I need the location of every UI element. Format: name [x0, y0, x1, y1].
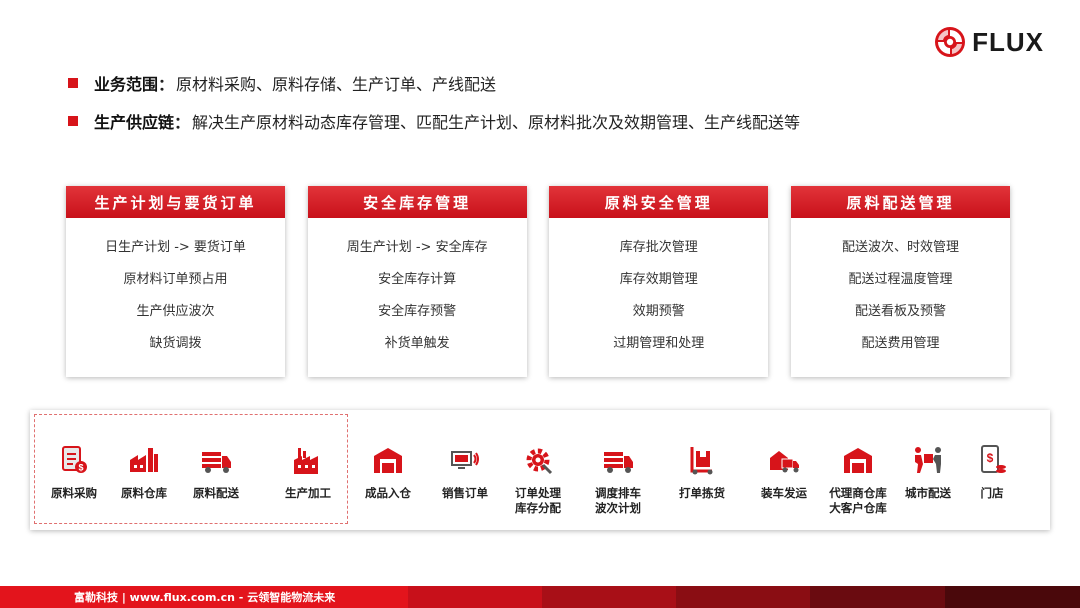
management-cards: 生产计划与要货订单 日生产计划 -> 要货订单 原材料订单预占用 生产供应波次 …	[66, 186, 1010, 377]
card-safety-stock: 安全库存管理 周生产计划 -> 安全库存 安全库存计算 安全库存预警 补货单触发	[307, 186, 527, 377]
card-item: 日生产计划 -> 要货订单	[105, 240, 246, 255]
card-title: 原料配送管理	[790, 186, 1010, 218]
step-label: 生产加工	[285, 486, 331, 500]
brand-name: FLUX	[972, 26, 1044, 57]
card-title: 生产计划与要货订单	[66, 186, 285, 218]
card-body: 周生产计划 -> 安全库存 安全库存计算 安全库存预警 补货单触发	[308, 218, 527, 360]
step-label: 代理商仓库 大客户仓库	[829, 486, 887, 515]
step-sales-order: 销售订单	[426, 444, 504, 501]
card-item: 安全库存预警	[378, 304, 457, 319]
process-flow-panel: $ 原料采购 原料仓库 原料配送 生产加工 成品入仓 销售订单 订单处理 库存分…	[30, 410, 1050, 530]
production-factory-icon	[294, 448, 318, 474]
step-production: 生产加工	[269, 444, 347, 501]
card-item: 补货单触发	[384, 336, 450, 351]
delivery-truck-icon	[202, 452, 231, 473]
card-body: 配送波次、时效管理 配送过程温度管理 配送看板及预警 配送费用管理	[791, 218, 1010, 360]
card-title: 安全库存管理	[307, 186, 527, 218]
svg-text:$: $	[987, 451, 994, 465]
gear-tools-icon	[526, 448, 553, 475]
step-agent-warehouse: 代理商仓库 大客户仓库	[819, 444, 897, 516]
card-item: 配送波次、时效管理	[841, 240, 959, 255]
card-item: 周生产计划 -> 安全库存	[346, 240, 488, 255]
step-raw-warehouse: 原料仓库	[105, 444, 183, 501]
card-title: 原料安全管理	[549, 186, 769, 218]
warehouse-inbound-icon	[374, 448, 402, 473]
bullet-square-icon	[68, 116, 78, 126]
loading-truck-icon	[770, 451, 799, 473]
step-label: 订单处理 库存分配	[515, 486, 561, 515]
card-material-delivery: 原料配送管理 配送波次、时效管理 配送过程温度管理 配送看板及预警 配送费用管理	[790, 186, 1010, 377]
card-body: 库存批次管理 库存效期管理 效期预警 过期管理和处理	[549, 218, 768, 360]
bullet-business-scope: 业务范围 ： 原材料采购、原料存储、生产订单、产线配送	[68, 68, 1028, 98]
card-item: 库存批次管理	[619, 240, 698, 255]
agent-warehouse-icon	[844, 448, 872, 473]
courier-delivery-icon	[915, 447, 941, 473]
step-label: 原料仓库	[121, 486, 167, 500]
bullet-text: 解决生产原材料动态库存管理、匹配生产计划、原材料批次及效期管理、生产线配送等	[192, 113, 801, 132]
step-picking: 打单拣货	[663, 444, 741, 501]
bullet-label: 业务范围	[94, 75, 159, 94]
hand-truck-icon	[690, 447, 713, 475]
step-label: 门店	[980, 486, 1004, 500]
footer-segment	[810, 586, 945, 608]
footer-segment	[542, 586, 676, 608]
card-item: 效期预警	[632, 304, 685, 319]
flux-logo-mark-icon	[935, 27, 966, 57]
step-label: 原料配送	[193, 486, 239, 500]
step-dispatch-scheduling: 调度排车 波次计划	[579, 444, 657, 516]
bullet-square-icon	[68, 78, 78, 88]
bullet-text: 原材料采购、原料存储、生产订单、产线配送	[176, 75, 497, 94]
footer-bar: 富勒科技 | www.flux.com.cn - 云领智能物流未来	[0, 586, 1080, 608]
card-item: 原材料订单预占用	[123, 272, 228, 287]
card-item: 配送费用管理	[861, 336, 940, 351]
step-raw-delivery: 原料配送	[177, 444, 255, 501]
step-order-processing: 订单处理 库存分配	[499, 444, 577, 516]
card-item: 安全库存计算	[378, 272, 457, 287]
step-label: 打单拣货	[679, 486, 725, 500]
warehouse-factory-icon	[130, 448, 158, 472]
footer-segment	[676, 586, 810, 608]
card-production-plan: 生产计划与要货订单 日生产计划 -> 要货订单 原材料订单预占用 生产供应波次 …	[66, 186, 285, 377]
step-raw-purchase: $ 原料采购	[35, 444, 113, 501]
step-store: $ 门店	[953, 444, 1031, 501]
svg-text:$: $	[78, 463, 83, 473]
footer-text: 富勒科技 | www.flux.com.cn - 云领智能物流未来	[74, 591, 336, 604]
bullet-colon: ：	[174, 113, 191, 132]
step-finished-inbound: 成品入仓	[349, 444, 427, 501]
sales-monitor-icon	[451, 451, 479, 469]
card-item: 生产供应波次	[136, 304, 215, 319]
card-item: 配送过程温度管理	[848, 272, 953, 287]
bullet-list: 业务范围 ： 原材料采购、原料存储、生产订单、产线配送 生产供应链 ： 解决生产…	[68, 68, 1028, 144]
footer-segment	[408, 586, 542, 608]
step-label: 装车发运	[761, 486, 807, 500]
card-item: 配送看板及预警	[854, 304, 946, 319]
footer-segment	[945, 586, 1080, 608]
card-body: 日生产计划 -> 要货订单 原材料订单预占用 生产供应波次 缺货调拨	[66, 218, 285, 360]
step-label: 成品入仓	[365, 486, 411, 500]
card-item: 缺货调拨	[149, 336, 202, 351]
card-item: 库存效期管理	[619, 272, 698, 287]
flux-logo: FLUX	[934, 26, 1044, 58]
step-label: 调度排车 波次计划	[595, 486, 641, 515]
schedule-truck-icon	[604, 452, 633, 473]
purchase-invoice-icon: $	[62, 446, 87, 473]
step-label: 销售订单	[442, 486, 488, 500]
card-material-safety: 原料安全管理 库存批次管理 库存效期管理 效期预警 过期管理和处理	[549, 186, 769, 377]
bullet-colon: ：	[158, 75, 175, 94]
step-loading-shipment: 装车发运	[745, 444, 823, 501]
bullet-supply-chain: 生产供应链 ： 解决生产原材料动态库存管理、匹配生产计划、原材料批次及效期管理、…	[68, 106, 1028, 136]
card-item: 过期管理和处理	[613, 336, 705, 351]
bullet-label: 生产供应链	[94, 113, 175, 132]
store-payment-icon: $	[981, 445, 1006, 473]
step-label: 原料采购	[51, 486, 97, 500]
